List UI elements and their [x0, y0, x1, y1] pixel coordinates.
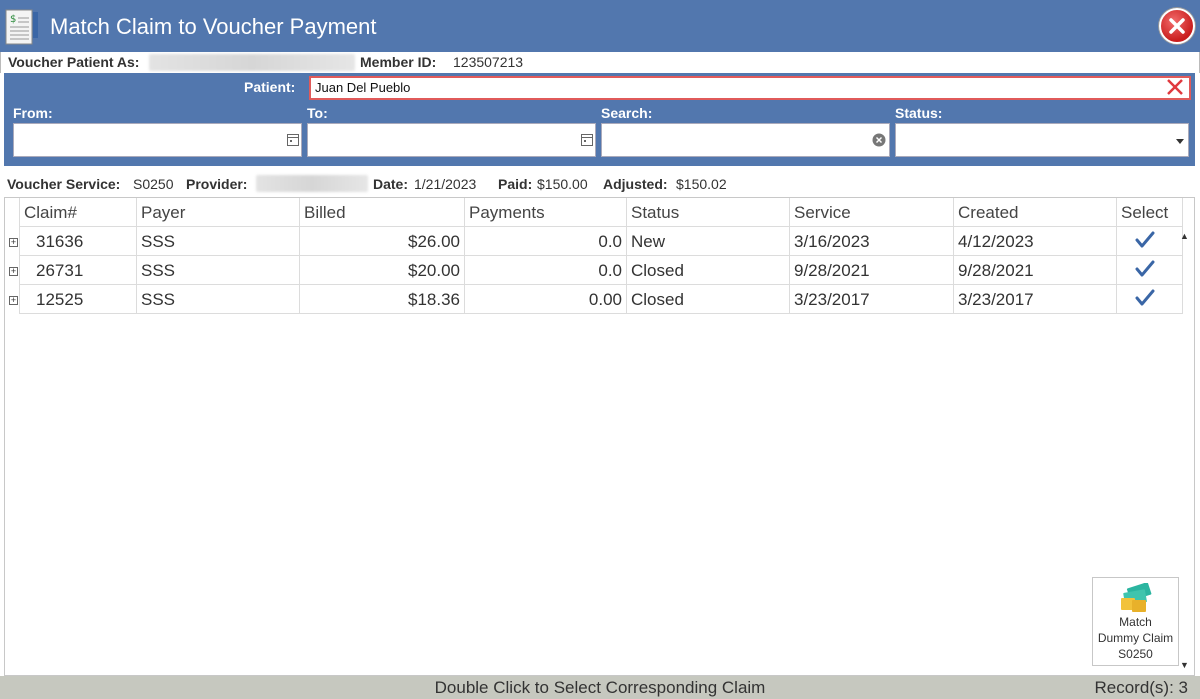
to-label: To: [307, 105, 328, 121]
dummy-button-line1: Match [1119, 615, 1152, 629]
paid-label: Paid: [498, 176, 533, 192]
search-input[interactable] [601, 123, 890, 157]
claim-number-cell: 12525 [20, 285, 137, 314]
select-cell[interactable] [1117, 256, 1183, 285]
payments-cell: 0.0 [465, 256, 627, 285]
from-date-input[interactable] [13, 123, 302, 157]
service-date-cell: 9/28/2021 [790, 256, 954, 285]
svg-text:$: $ [10, 14, 16, 25]
status-select[interactable] [895, 123, 1189, 157]
dummy-button-line3: S0250 [1118, 647, 1153, 661]
filter-panel: Patient: Juan Del Pueblo From: To: Searc… [4, 73, 1195, 166]
match-dummy-claim-button[interactable]: Match Dummy Claim S0250 [1092, 577, 1179, 666]
billed-cell: $26.00 [300, 227, 465, 256]
payments-cell: 0.0 [465, 227, 627, 256]
patient-input[interactable]: Juan Del Pueblo [309, 76, 1191, 100]
created-date-cell: 9/28/2021 [954, 256, 1117, 285]
voucher-service-label: Voucher Service: [7, 176, 121, 192]
status-cell: New [627, 227, 790, 256]
claims-grid: Claim# Payer Billed Payments Status Serv… [4, 197, 1195, 676]
clear-search-icon[interactable] [872, 133, 886, 147]
checkmark-icon[interactable] [1135, 289, 1155, 307]
select-cell[interactable] [1117, 227, 1183, 256]
date-label: Date: [373, 176, 409, 192]
payments-cell: 0.00 [465, 285, 627, 314]
redacted-patient-name [149, 54, 355, 71]
column-header-claim[interactable]: Claim# [20, 198, 137, 227]
column-header-status[interactable]: Status [627, 198, 790, 227]
record-count: Record(s): 3 [1094, 678, 1188, 697]
voucher-service-bar: Voucher Service: S0250 Provider: Date: 1… [0, 168, 1200, 198]
status-bar: Double Click to Select Corresponding Cla… [0, 676, 1200, 699]
adjusted-label: Adjusted: [603, 176, 668, 192]
voucher-info-bar: Voucher Patient As: Member ID: 123507213 [0, 52, 1200, 73]
status-hint: Double Click to Select Corresponding Cla… [434, 678, 766, 697]
chevron-down-icon[interactable] [1176, 139, 1184, 144]
window-title: Match Claim to Voucher Payment [50, 14, 377, 39]
calendar-icon[interactable] [581, 133, 593, 146]
select-cell[interactable] [1117, 285, 1183, 314]
column-header-service[interactable]: Service [790, 198, 954, 227]
calendar-icon[interactable] [287, 133, 299, 146]
status-cell: Closed [627, 285, 790, 314]
member-id-value: 123507213 [453, 54, 524, 70]
column-header-payments[interactable]: Payments [465, 198, 627, 227]
service-date-cell: 3/16/2023 [790, 227, 954, 256]
payer-cell: SSS [137, 256, 300, 285]
adjusted-value: $150.02 [676, 176, 727, 192]
billed-cell: $18.36 [300, 285, 465, 314]
title-bar: $ Match Claim to Voucher Payment [0, 0, 1200, 52]
checkmark-icon[interactable] [1135, 260, 1155, 278]
money-icon [1121, 583, 1152, 612]
service-date-cell: 3/23/2017 [790, 285, 954, 314]
redacted-provider-name [256, 175, 368, 192]
to-date-input[interactable] [307, 123, 596, 157]
scroll-up-arrow[interactable]: ▲ [1178, 231, 1191, 243]
table-row[interactable]: + 26731 SSS $20.00 0.0 Closed 9/28/2021 … [9, 256, 1183, 285]
paid-value: $150.00 [537, 176, 588, 192]
claim-number-cell: 26731 [20, 256, 137, 285]
payer-cell: SSS [137, 285, 300, 314]
payer-cell: SSS [137, 227, 300, 256]
close-icon [1169, 18, 1185, 34]
clear-patient-icon[interactable] [1164, 76, 1186, 98]
column-header-payer[interactable]: Payer [137, 198, 300, 227]
column-header-select[interactable]: Select [1117, 198, 1183, 227]
date-value: 1/21/2023 [414, 176, 477, 192]
created-date-cell: 3/23/2017 [954, 285, 1117, 314]
grid-header-row: Claim# Payer Billed Payments Status Serv… [20, 198, 1183, 227]
search-label: Search: [601, 105, 653, 121]
from-label: From: [13, 105, 53, 121]
member-id-label: Member ID: [360, 54, 437, 70]
table-row[interactable]: + 31636 SSS $26.00 0.0 New 3/16/2023 4/1… [9, 227, 1183, 256]
patient-label: Patient: [244, 79, 296, 95]
close-button[interactable] [1159, 8, 1195, 44]
column-header-created[interactable]: Created [954, 198, 1117, 227]
billed-cell: $20.00 [300, 256, 465, 285]
status-label: Status: [895, 105, 943, 121]
claim-number-cell: 31636 [20, 227, 137, 256]
checkmark-icon[interactable] [1135, 231, 1155, 249]
voucher-patient-label: Voucher Patient As: [8, 54, 140, 70]
status-cell: Closed [627, 256, 790, 285]
provider-label: Provider: [186, 176, 248, 192]
voucher-service-value: S0250 [133, 176, 174, 192]
expand-row-icon[interactable]: + [9, 296, 18, 305]
expand-row-icon[interactable]: + [9, 238, 18, 247]
table-row[interactable]: + 12525 SSS $18.36 0.00 Closed 3/23/2017… [9, 285, 1183, 314]
dummy-button-line2: Dummy Claim [1097, 631, 1174, 645]
receipt-icon: $ [4, 8, 46, 46]
expand-row-icon[interactable]: + [9, 267, 18, 276]
column-header-billed[interactable]: Billed [300, 198, 465, 227]
scroll-down-arrow[interactable]: ▼ [1178, 660, 1191, 672]
created-date-cell: 4/12/2023 [954, 227, 1117, 256]
